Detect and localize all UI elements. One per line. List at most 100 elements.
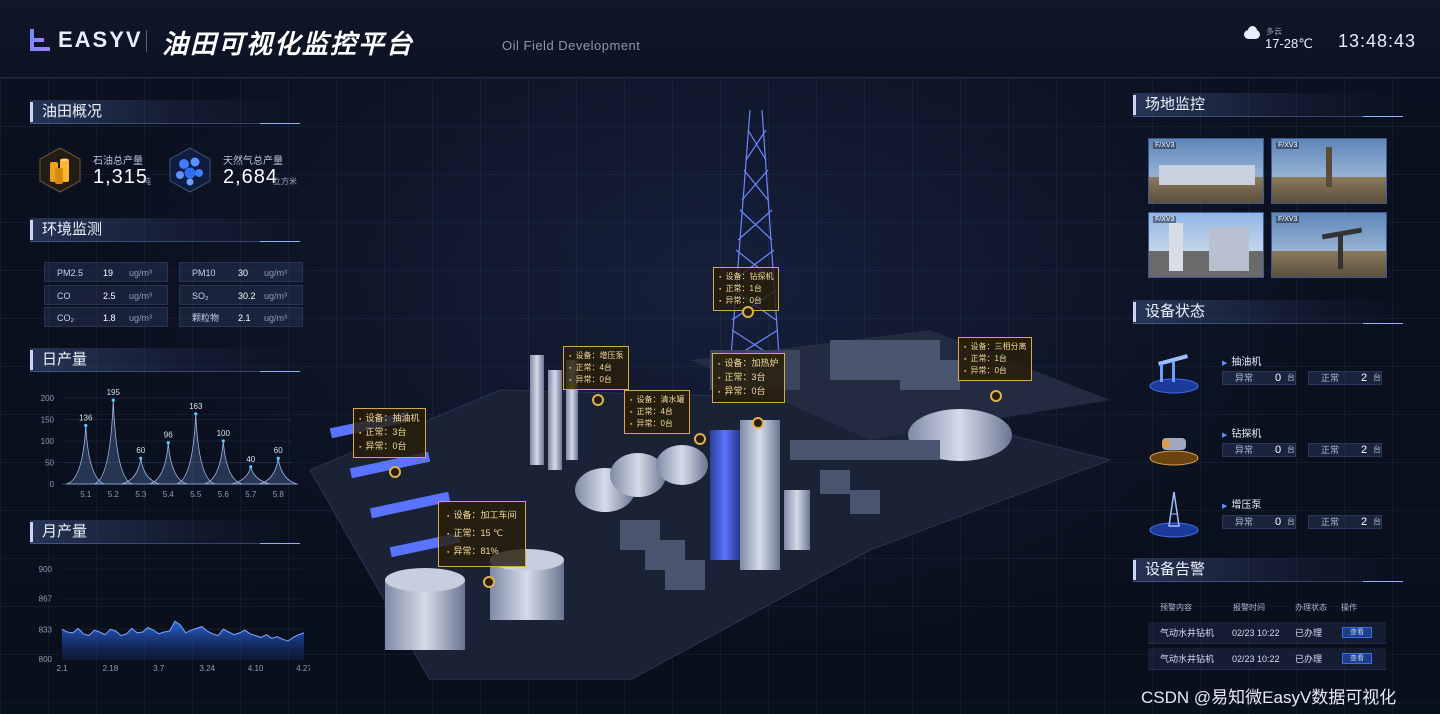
y-tick-label: 833 [39,625,53,634]
location-pin-icon[interactable] [990,390,1002,402]
camera-feed[interactable]: F/XV3 [1271,212,1387,278]
y-tick-label: 50 [45,459,54,468]
section-title-alarms: 设备告警 [1133,558,1403,582]
section-title-daily: 日产量 [30,348,300,372]
location-pin-icon[interactable] [592,394,604,406]
bar [93,400,133,485]
x-tick-label: 3.7 [153,664,165,673]
data-label: 136 [79,414,93,423]
data-label: 40 [246,455,255,464]
x-tick-label: 5.3 [135,490,147,499]
page-title: 油田可视化监控平台 [162,29,415,59]
x-tick-label: 4.27 [296,664,310,673]
bar [66,425,106,485]
derrick-tower [729,109,781,371]
data-point [166,441,170,445]
alarm-row: 气动水井钻机 02/23 10:22 已办理 查看 [1148,622,1386,644]
x-tick-label: 5.7 [245,490,257,499]
bar [176,413,216,485]
section-title-environment: 环境监测 [30,218,300,242]
location-pin-icon[interactable] [483,576,495,588]
monthly-output-chart: 800 833 867 900 2.1 2.18 3.7 3.24 4.10 4.27 [39,565,310,673]
logo-text: EASYV [58,27,143,52]
easyv-logo-icon [30,29,50,51]
easyv-logo[interactable]: EASYV [30,27,143,52]
weather-widget [1242,26,1262,44]
section-title-equipment: 设备状态 [1133,300,1403,324]
gas-output-value: 2,684 [223,166,279,188]
scene-label-workshop[interactable]: 设备：加工车间正常：15 ℃异常：81% [438,501,526,567]
scene-label-pumpjack[interactable]: 设备：抽油机正常：3台异常：0台 [353,408,426,458]
data-label: 96 [164,431,173,440]
alarm-header-time: 报警时间 [1233,603,1265,612]
location-pin-icon[interactable] [694,433,706,445]
env-cell: PM10 30 ug/m³ [179,262,303,282]
env-cell: CO 2.5 ug/m³ [44,285,168,305]
env-cell: PM2.5 19 ug/m³ [44,262,168,282]
header-bar: EASYV 油田可视化监控平台 Oil Field Development 多云… [0,0,1440,78]
x-tick-label: 3.24 [199,664,215,673]
equipment-normal: 正常 2 台 [1308,443,1382,457]
x-tick-label: 5.5 [190,490,202,499]
equipment-abnormal: 异常 0 台 [1222,515,1296,529]
section-title-monthly: 月产量 [30,520,300,544]
env-cell: 颗粒物 2.1 ug/m³ [179,307,303,327]
view-button[interactable]: 查看 [1342,627,1372,638]
y-tick-label: 150 [41,416,55,425]
x-tick-label: 5.4 [163,490,175,499]
y-tick-label: 200 [41,394,55,403]
y-tick-label: 867 [39,595,53,604]
scene-label-separator[interactable]: 设备：三相分离正常：1台异常：0台 [958,337,1033,381]
camera-feed[interactable]: F/XV3 [1271,138,1387,204]
x-tick-label: 5.2 [108,490,120,499]
cloud-icon [1242,26,1262,40]
clock: 13:48:43 [1338,31,1417,51]
y-tick-label: 100 [41,437,55,446]
data-point [194,412,198,416]
alarm-header-status: 办理状态 [1295,603,1327,612]
x-tick-label: 5.8 [273,490,285,499]
series-area [62,621,304,659]
alarm-row: 气动水井钻机 02/23 10:22 已办理 查看 [1148,648,1386,670]
scene-label-pump[interactable]: 设备：增压泵正常：4台异常：0台 [563,346,630,390]
oil-output-value: 1,315 [93,166,149,188]
data-point [221,439,225,443]
equipment-abnormal: 异常 0 台 [1222,443,1296,457]
location-pin-icon[interactable] [389,466,401,478]
data-label: 195 [107,388,121,397]
gas-output-unit: 立方米 [273,177,297,186]
equipment-name: 增压泵 [1222,496,1261,511]
header-divider [146,30,147,52]
x-tick-label: 5.6 [218,490,230,499]
gas-molecule-icon [166,146,214,194]
booster-pump-icon [1149,491,1199,538]
data-label: 60 [136,446,145,455]
location-pin-icon[interactable] [752,417,764,429]
x-tick-label: 2.1 [56,664,68,673]
pumpjack-icon [1149,354,1199,394]
alarm-header-content: 预警内容 [1160,603,1192,612]
section-title-site: 场地监控 [1133,93,1403,117]
camera-feed[interactable]: F/XV3 [1148,212,1264,278]
gas-output-label: 天然气总产量 [223,156,283,167]
data-label: 60 [274,446,283,455]
oil-barrel-icon [36,146,84,194]
drilling-machine-icon [1149,438,1199,466]
y-tick-label: 900 [39,565,53,574]
location-pin-icon[interactable] [742,306,754,318]
daily-output-chart: 0 50 100 150 200 136 5.1 195 5.2 60 5.3 96 5.4 163 5.5… [41,388,298,499]
oil-output-label: 石油总产量 [93,156,143,167]
camera-feed[interactable]: F/XV3 [1148,138,1264,204]
y-tick-label: 800 [39,655,53,664]
data-point [276,456,280,460]
scene-label-tank[interactable]: 设备：清水罐正常：4台异常：0台 [624,390,691,434]
view-button[interactable]: 查看 [1342,653,1372,664]
equipment-abnormal: 异常 0 台 [1222,371,1296,385]
data-label: 100 [217,429,231,438]
scene-label-drill[interactable]: 设备：钻探机正常：1台异常：0台 [713,267,780,311]
equipment-normal: 正常 2 台 [1308,371,1382,385]
scene-label-heater[interactable]: 设备：加热炉正常：3台异常：0台 [712,353,785,403]
env-cell: SO₂ 30.2 ug/m³ [179,285,303,305]
env-cell: CO₂ 1.8 ug/m³ [44,307,168,327]
page-subtitle: Oil Field Development [502,38,641,53]
